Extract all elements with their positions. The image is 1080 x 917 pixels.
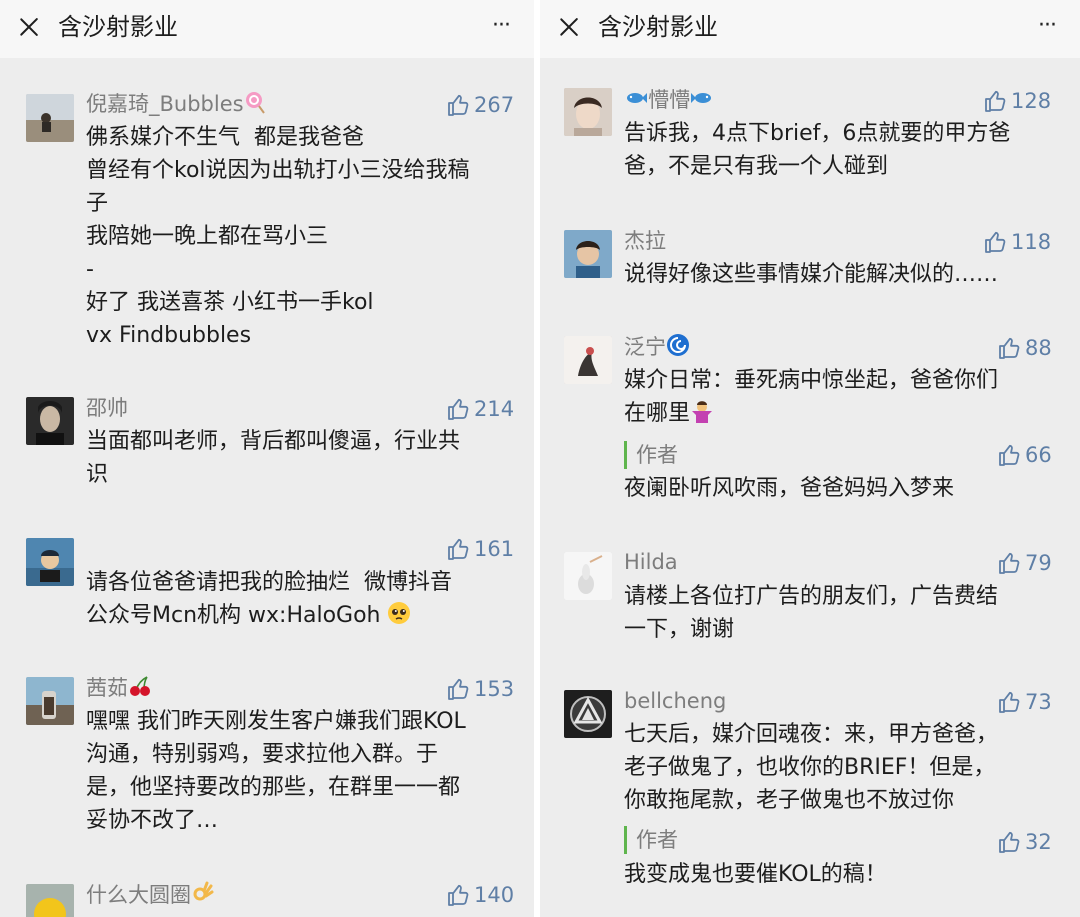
cherries-icon bbox=[130, 676, 150, 696]
screenshot-canvas: { "left": { "header": {"title": "含沙射影业",… bbox=[0, 0, 1080, 917]
thumbs-up-icon bbox=[999, 552, 1020, 574]
comment-text: 我变成鬼也要催KOL的稿！ bbox=[624, 862, 887, 887]
comment-username[interactable]: bellcheng bbox=[624, 687, 726, 715]
fish-icon bbox=[627, 93, 647, 103]
like-count: 66 bbox=[1025, 443, 1052, 467]
thumbs-up-icon bbox=[999, 337, 1020, 359]
avatar[interactable] bbox=[26, 94, 74, 142]
like-count: 140 bbox=[474, 883, 515, 907]
comment-text: 媒介日常：垂死病中惊坐起，爸爸你们 在哪里 bbox=[624, 368, 999, 426]
avatar[interactable] bbox=[26, 884, 74, 917]
thumbs-up-icon bbox=[999, 444, 1020, 466]
close-icon[interactable] bbox=[557, 14, 581, 40]
avatar[interactable] bbox=[26, 397, 74, 445]
author-badge: 作者 bbox=[624, 441, 678, 469]
comment-username[interactable]: Hilda bbox=[624, 548, 678, 576]
comment-text: 七天后，媒介回魂夜：来，甲方爸爸， 老子做鬼了，也收你的BRIEF！但是， 你敢… bbox=[624, 722, 999, 813]
comment-text: 佛系媒介不生气 都是我爸爸 曾经有个kol说因为出轨打小三没给我稿 子 我陪她一… bbox=[86, 125, 470, 348]
right-comment-panel: 含沙射影业 ··· 懵懵 128 告诉我，4点下brief，6点就要的甲方爸 爸… bbox=[540, 0, 1080, 917]
like-button[interactable]: 161 bbox=[447, 535, 514, 563]
comment-text: 请楼上各位打广告的朋友们，广告费结 一下，谢谢 bbox=[624, 584, 999, 642]
comment-username[interactable]: 懵懵 bbox=[624, 86, 714, 114]
comment-text: 夜阑卧听风吹雨，爸爸妈妈入梦来 bbox=[624, 476, 955, 501]
more-menu-icon[interactable]: ··· bbox=[1032, 12, 1062, 42]
person-shrugging-icon bbox=[692, 401, 713, 423]
like-count: 214 bbox=[474, 397, 515, 421]
comment-text: 说得好像这些事情媒介能解决似的…… bbox=[624, 262, 999, 287]
like-count: 88 bbox=[1025, 336, 1052, 360]
like-button[interactable]: 73 bbox=[998, 688, 1052, 716]
comment-username[interactable]: 泛宁 bbox=[624, 333, 690, 361]
like-button[interactable]: 88 bbox=[998, 334, 1052, 362]
thumbs-up-icon bbox=[999, 831, 1020, 853]
like-button[interactable]: 79 bbox=[998, 549, 1052, 577]
like-button[interactable]: 214 bbox=[447, 395, 514, 423]
thumbs-up-icon bbox=[448, 398, 469, 420]
avatar[interactable] bbox=[564, 88, 612, 136]
avatar[interactable] bbox=[26, 538, 74, 586]
thumbs-up-icon bbox=[985, 231, 1006, 253]
like-button[interactable]: 267 bbox=[447, 91, 514, 119]
comment-text: 请各位爸爸请把我的脸抽烂 微博抖音 公众号Mcn机构 wx:HaloGoh bbox=[86, 570, 452, 628]
thumbs-up-icon bbox=[448, 538, 469, 560]
author-badge: 作者 bbox=[624, 826, 678, 854]
like-button[interactable]: 32 bbox=[998, 828, 1052, 856]
like-count: 118 bbox=[1011, 230, 1052, 254]
cyclone-icon bbox=[667, 334, 689, 356]
right-top-bar: 含沙射影业 ··· bbox=[540, 0, 1080, 58]
comment-username[interactable]: 什么大圆圈 bbox=[86, 881, 215, 909]
avatar[interactable] bbox=[564, 552, 612, 600]
left-comment-panel: 含沙射影业 ··· 倪嘉琦_Bubbles 267 佛系媒介不生气 都是我爸爸 … bbox=[0, 0, 534, 917]
thumbs-up-icon bbox=[448, 94, 469, 116]
comment-username[interactable]: 倪嘉琦_Bubbles bbox=[86, 90, 268, 118]
comment-username[interactable]: 邵帅 bbox=[86, 394, 128, 422]
ok-hand-icon bbox=[193, 881, 214, 901]
like-button[interactable]: 128 bbox=[984, 87, 1051, 115]
like-count: 153 bbox=[474, 677, 515, 701]
like-button[interactable]: 66 bbox=[998, 441, 1052, 469]
comment-username[interactable]: 杰拉 bbox=[624, 227, 666, 255]
avatar[interactable] bbox=[564, 690, 612, 738]
page-title: 含沙射影业 bbox=[598, 13, 718, 41]
like-count: 32 bbox=[1025, 830, 1052, 854]
lollipop-icon bbox=[245, 92, 265, 114]
avatar[interactable] bbox=[564, 336, 612, 384]
comment-text: 告诉我，4点下brief，6点就要的甲方爸 爸，不是只有我一个人碰到 bbox=[624, 121, 1011, 179]
like-button[interactable]: 118 bbox=[984, 228, 1051, 256]
like-count: 161 bbox=[474, 537, 515, 561]
avatar[interactable] bbox=[26, 677, 74, 725]
more-menu-icon[interactable]: ··· bbox=[486, 12, 516, 42]
pleading-face-icon bbox=[388, 602, 411, 624]
thumbs-up-icon bbox=[985, 90, 1006, 112]
like-count: 128 bbox=[1011, 89, 1052, 113]
like-button[interactable]: 153 bbox=[447, 675, 514, 703]
thumbs-up-icon bbox=[448, 884, 469, 906]
comment-text: 当面都叫老师，背后都叫傻逼，行业共 识 bbox=[86, 429, 461, 487]
comment-username[interactable]: 茜茹 bbox=[86, 674, 152, 702]
like-count: 79 bbox=[1025, 551, 1052, 575]
like-count: 73 bbox=[1025, 690, 1052, 714]
close-icon[interactable] bbox=[17, 14, 41, 40]
like-button[interactable]: 140 bbox=[447, 881, 514, 909]
page-title: 含沙射影业 bbox=[58, 13, 178, 41]
comment-text: 嘿嘿 我们昨天刚发生客户嫌我们跟KOL 沟通，特别弱鸡，要求拉他入群。于 是，他… bbox=[86, 709, 466, 833]
thumbs-up-icon bbox=[448, 678, 469, 700]
like-count: 267 bbox=[474, 93, 515, 117]
fish-icon bbox=[691, 93, 711, 103]
thumbs-up-icon bbox=[999, 691, 1020, 713]
left-top-bar: 含沙射影业 ··· bbox=[0, 0, 534, 58]
avatar[interactable] bbox=[564, 230, 612, 278]
